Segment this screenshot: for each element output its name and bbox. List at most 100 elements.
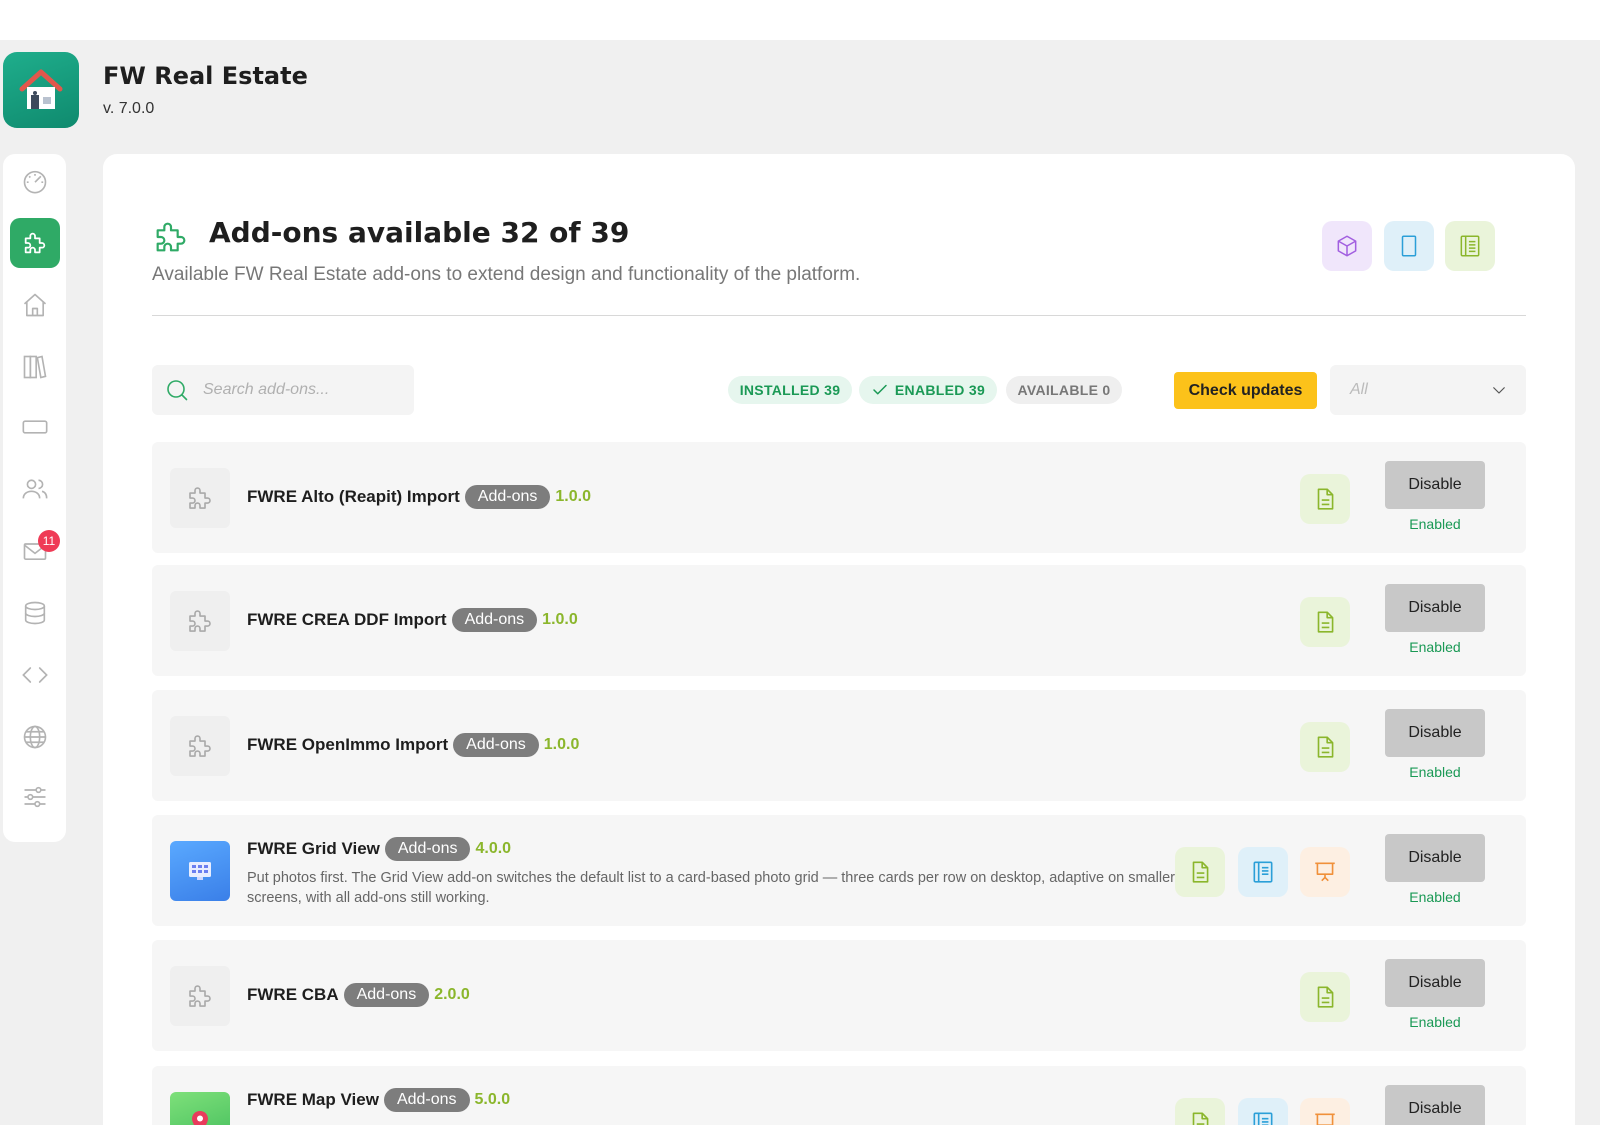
messages-badge: 11 — [38, 530, 60, 552]
puzzle-icon — [189, 610, 211, 632]
book-button[interactable] — [1445, 221, 1495, 271]
sidebar-item-global[interactable] — [10, 712, 60, 762]
puzzle-icon — [24, 232, 46, 254]
document-icon — [1317, 736, 1334, 758]
disable-button[interactable]: Disable — [1385, 834, 1485, 882]
addon-row: FWRE Grid View Add-ons 4.0.0 Put photos … — [152, 815, 1526, 926]
documentation-button[interactable] — [1175, 847, 1225, 897]
guide-button[interactable] — [1238, 1098, 1288, 1125]
presentation-button[interactable] — [1300, 847, 1350, 897]
users-icon — [22, 479, 48, 499]
addon-title-line: FWRE OpenImmo Import Add-ons 1.0.0 — [247, 733, 579, 757]
enabled-count-label: ENABLED 39 — [894, 382, 986, 398]
puzzle-icon — [189, 985, 211, 1007]
addon-icon — [170, 716, 230, 776]
top-bar — [0, 0, 1600, 40]
book-icon — [1253, 861, 1273, 883]
document-icon — [1317, 986, 1334, 1008]
app-title: FW Real Estate — [103, 62, 308, 90]
disable-button[interactable]: Disable — [1385, 1085, 1485, 1125]
document-icon — [1192, 861, 1209, 883]
checkmark-icon — [873, 384, 887, 395]
documentation-button[interactable] — [1300, 972, 1350, 1022]
sliders-icon — [24, 786, 46, 808]
addon-icon — [170, 966, 230, 1026]
cube-button[interactable] — [1322, 221, 1372, 271]
search-icon — [167, 380, 188, 401]
addon-status: Enabled — [1409, 639, 1461, 655]
globe-icon — [23, 725, 47, 749]
addon-icon — [170, 591, 230, 651]
addon-row: FWRE CBA Add-ons 2.0.0 Disable Enabled — [152, 940, 1526, 1051]
main-panel: Add-ons available 32 of 39 Available FW … — [103, 154, 1575, 1125]
presentation-button[interactable] — [1300, 1098, 1350, 1125]
book-icon — [1253, 1112, 1273, 1125]
available-count-badge[interactable]: AVAILABLE 0 — [1006, 376, 1122, 404]
page-title: Add-ons available 32 of 39 — [209, 216, 630, 249]
addon-name: FWRE CREA DDF Import — [247, 610, 447, 629]
addon-title-line: FWRE CBA Add-ons 2.0.0 — [247, 983, 470, 1007]
documentation-button[interactable] — [1300, 597, 1350, 647]
app-logo[interactable] — [3, 52, 79, 128]
database-icon — [24, 601, 46, 625]
addon-tag: Add-ons — [343, 983, 430, 1007]
documentation-button[interactable] — [1175, 1098, 1225, 1125]
cube-icon — [1337, 235, 1357, 257]
tablet-icon — [1401, 235, 1417, 257]
disable-button[interactable]: Disable — [1385, 959, 1485, 1007]
chevron-down-icon — [1493, 387, 1505, 394]
house-logo-icon — [19, 69, 63, 109]
addon-tag: Add-ons — [384, 837, 471, 861]
check-updates-button[interactable]: Check updates — [1174, 372, 1317, 409]
map-pin-icon — [192, 1111, 208, 1125]
sidebar-item-properties[interactable] — [10, 280, 60, 330]
addon-name: FWRE Alto (Reapit) Import — [247, 487, 460, 506]
sidebar-item-dashboard[interactable] — [10, 156, 60, 206]
addon-status: Enabled — [1409, 516, 1461, 532]
guide-button[interactable] — [1238, 847, 1288, 897]
tablet-button[interactable] — [1384, 221, 1434, 271]
documentation-button[interactable] — [1300, 722, 1350, 772]
addon-name: FWRE CBA — [247, 985, 339, 1004]
app-version: v. 7.0.0 — [103, 100, 155, 117]
addon-row: FWRE Map View Add-ons 5.0.0 Disable — [152, 1066, 1526, 1125]
addon-row: FWRE Alto (Reapit) Import Add-ons 1.0.0 … — [152, 442, 1526, 553]
addon-version: 5.0.0 — [474, 1091, 511, 1108]
documentation-button[interactable] — [1300, 474, 1350, 524]
search-box[interactable] — [152, 365, 414, 415]
sidebar-item-database[interactable] — [10, 588, 60, 638]
addon-name: FWRE Grid View — [247, 839, 380, 858]
addon-title-line: FWRE CREA DDF Import Add-ons 1.0.0 — [247, 608, 578, 632]
header-divider — [152, 315, 1526, 316]
code-icon — [22, 667, 48, 683]
addon-status: Enabled — [1409, 889, 1461, 905]
category-filter-select[interactable]: All — [1330, 365, 1526, 415]
search-input[interactable] — [203, 381, 403, 399]
house-icon — [23, 293, 47, 317]
addon-icon — [170, 841, 230, 901]
addon-title-line: FWRE Map View Add-ons 5.0.0 — [247, 1088, 510, 1112]
disable-button[interactable]: Disable — [1385, 709, 1485, 757]
sidebar-item-code[interactable] — [10, 650, 60, 700]
addon-version: 4.0.0 — [475, 840, 512, 857]
sidebar-item-tickets[interactable] — [10, 402, 60, 452]
sidebar-item-addons[interactable] — [10, 218, 60, 268]
addon-row: FWRE CREA DDF Import Add-ons 1.0.0 Disab… — [152, 565, 1526, 676]
sidebar-item-messages[interactable]: 11 — [10, 526, 60, 576]
addon-title-line: FWRE Grid View Add-ons 4.0.0 — [247, 837, 511, 861]
addon-name: FWRE Map View — [247, 1090, 379, 1109]
presentation-icon — [1315, 862, 1335, 882]
enabled-count-badge[interactable]: ENABLED 39 — [859, 376, 997, 404]
addon-tag: Add-ons — [464, 485, 551, 509]
speedometer-icon — [23, 170, 47, 194]
disable-button[interactable]: Disable — [1385, 461, 1485, 509]
sidebar-item-library[interactable] — [10, 342, 60, 392]
installed-count-badge[interactable]: INSTALLED 39 — [728, 376, 852, 404]
addon-version: 1.0.0 — [542, 611, 578, 628]
disable-button[interactable]: Disable — [1385, 584, 1485, 632]
addon-version: 1.0.0 — [555, 488, 591, 505]
filter-value: All — [1350, 381, 1368, 398]
sidebar-item-settings[interactable] — [10, 772, 60, 822]
puzzle-icon — [189, 735, 211, 757]
sidebar-item-users[interactable] — [10, 464, 60, 514]
